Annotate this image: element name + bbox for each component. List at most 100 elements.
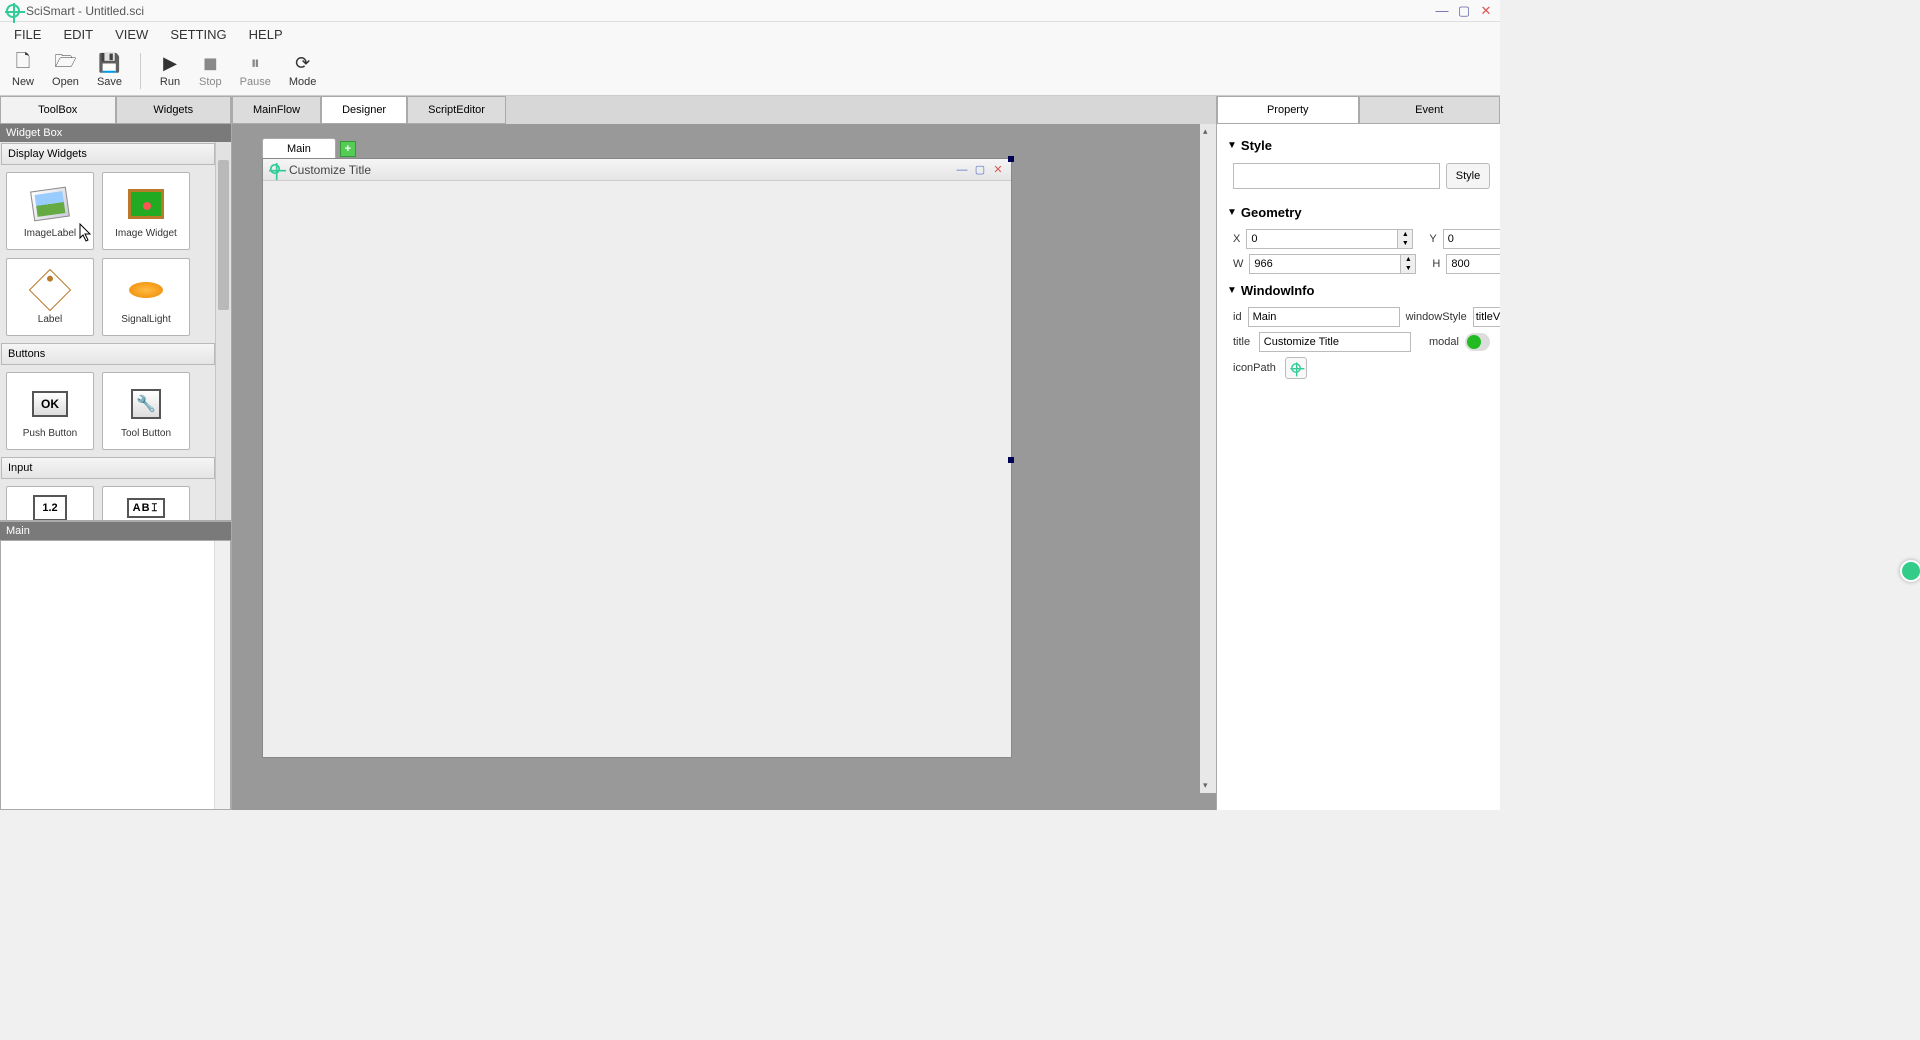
form-title: Customize Title [289, 163, 371, 177]
widget-lineedit[interactable]: AB𝙸 [102, 486, 190, 522]
category-display-widgets[interactable]: Display Widgets [1, 143, 215, 165]
designer-canvas[interactable]: Main + Customize Title — ▢ ✕ [232, 124, 1216, 810]
h-label: H [1432, 258, 1440, 270]
widget-box-title: Widget Box [0, 124, 231, 142]
widgetbox-scrollbar[interactable] [215, 142, 231, 520]
menu-view[interactable]: VIEW [105, 23, 158, 46]
tab-widgets[interactable]: Widgets [116, 96, 232, 124]
category-buttons[interactable]: Buttons [1, 343, 215, 365]
w-input[interactable] [1249, 254, 1400, 274]
menu-setting[interactable]: SETTING [160, 23, 236, 46]
spinbox-icon: 1.2 [30, 488, 70, 522]
form-icon [269, 163, 283, 177]
category-input[interactable]: Input [1, 457, 215, 479]
x-input[interactable] [1246, 229, 1397, 249]
tab-mainflow[interactable]: MainFlow [232, 96, 321, 124]
toolbutton-text: Tool Button [121, 428, 171, 439]
widget-toolbutton[interactable]: 🔧 Tool Button [102, 372, 190, 450]
section-style[interactable]: ▼Style [1227, 134, 1490, 157]
app-icon [6, 4, 20, 18]
form-window[interactable]: Customize Title — ▢ ✕ [262, 158, 1012, 758]
cycle-icon: ⟳ [292, 54, 314, 74]
canvas-vertical-scrollbar[interactable] [1200, 124, 1216, 793]
form-minimize-icon[interactable]: — [955, 164, 969, 176]
title-input[interactable] [1259, 332, 1411, 352]
window-titlebar: SciSmart - Untitled.sci — ▢ ✕ [0, 0, 1500, 22]
save-label: Save [97, 76, 122, 88]
stop-button[interactable]: ◼ Stop [199, 54, 222, 88]
minimize-button[interactable]: — [1434, 4, 1450, 18]
iconpath-button[interactable] [1285, 357, 1307, 379]
open-button[interactable]: 🗁 Open [52, 54, 79, 88]
imagelabel-text: ImageLabel [24, 228, 76, 239]
pause-icon: ⏸ [244, 54, 266, 74]
folder-open-icon: 🗁 [54, 54, 76, 74]
toolbutton-icon: 🔧 [126, 384, 166, 424]
close-button[interactable]: ✕ [1478, 4, 1494, 18]
h-input[interactable] [1446, 254, 1500, 274]
widget-imagewidget[interactable]: Image Widget [102, 172, 190, 250]
caret-down-icon: ▼ [1227, 285, 1237, 296]
menu-help[interactable]: HELP [239, 23, 293, 46]
iconpath-label: iconPath [1233, 362, 1279, 374]
caret-down-icon: ▼ [1227, 207, 1237, 218]
label-icon [30, 270, 70, 310]
style-input[interactable] [1233, 163, 1440, 189]
cursor-icon [79, 223, 93, 243]
run-button[interactable]: ▶ Run [159, 54, 181, 88]
maximize-button[interactable]: ▢ [1456, 4, 1472, 18]
form-maximize-icon[interactable]: ▢ [973, 164, 987, 176]
document-tab-main[interactable]: Main [262, 138, 336, 159]
widget-label[interactable]: Label [6, 258, 94, 336]
widget-pushbutton[interactable]: OK Push Button [6, 372, 94, 450]
tab-scripteditor[interactable]: ScriptEditor [407, 96, 506, 124]
add-document-button[interactable]: + [340, 141, 356, 157]
form-close-icon[interactable]: ✕ [991, 164, 1005, 176]
signallight-icon [126, 270, 166, 310]
y-input[interactable] [1443, 229, 1500, 249]
pushbutton-text: Push Button [23, 428, 77, 439]
widget-imagelabel[interactable]: ImageLabel [6, 172, 94, 250]
tab-property[interactable]: Property [1217, 96, 1359, 124]
windowstyle-select[interactable]: titleVisia▾ [1473, 307, 1500, 327]
resize-handle[interactable] [1008, 156, 1014, 162]
stop-label: Stop [199, 76, 222, 88]
right-panel: Property Event ▼Style Style ▼Geometry X … [1216, 96, 1500, 810]
window-title: SciSmart - Untitled.sci [26, 4, 144, 18]
modal-label: modal [1417, 336, 1459, 348]
imagelabel-icon [30, 184, 70, 224]
widget-signallight[interactable]: SignalLight [102, 258, 190, 336]
stop-icon: ◼ [199, 54, 221, 74]
menu-edit[interactable]: EDIT [53, 23, 103, 46]
widget-spinbox[interactable]: 1.2 [6, 486, 94, 522]
new-button[interactable]: 🗋 New [12, 54, 34, 88]
save-icon: 💾 [98, 54, 120, 74]
save-button[interactable]: 💾 Save [97, 54, 122, 88]
style-button[interactable]: Style [1446, 163, 1490, 189]
caret-down-icon: ▼ [1227, 140, 1237, 151]
open-label: Open [52, 76, 79, 88]
mode-button[interactable]: ⟳ Mode [289, 54, 317, 88]
tab-toolbox[interactable]: ToolBox [0, 96, 116, 124]
section-geometry[interactable]: ▼Geometry [1227, 201, 1490, 224]
widget-box: Display Widgets ImageLabel Image Widget … [0, 142, 231, 522]
resize-handle[interactable] [1008, 457, 1014, 463]
w-spinner[interactable]: ▲▼ [1400, 254, 1416, 274]
outline-tree[interactable] [0, 540, 231, 810]
menu-file[interactable]: FILE [4, 23, 51, 46]
outline-scrollbar[interactable] [214, 541, 230, 809]
section-windowinfo[interactable]: ▼WindowInfo [1227, 279, 1490, 302]
run-label: Run [160, 76, 180, 88]
mode-label: Mode [289, 76, 317, 88]
title-label: title [1233, 336, 1253, 348]
tab-designer[interactable]: Designer [321, 96, 407, 124]
modal-toggle[interactable] [1465, 333, 1490, 351]
pause-label: Pause [240, 76, 271, 88]
main-toolbar: 🗋 New 🗁 Open 💾 Save ▶ Run ◼ Stop ⏸ Pause… [0, 46, 1500, 96]
tab-event[interactable]: Event [1359, 96, 1501, 124]
imagewidget-icon [126, 184, 166, 224]
pause-button[interactable]: ⏸ Pause [240, 54, 271, 88]
id-input[interactable] [1248, 307, 1400, 327]
x-spinner[interactable]: ▲▼ [1397, 229, 1413, 249]
floating-help-button[interactable] [1900, 560, 1920, 582]
